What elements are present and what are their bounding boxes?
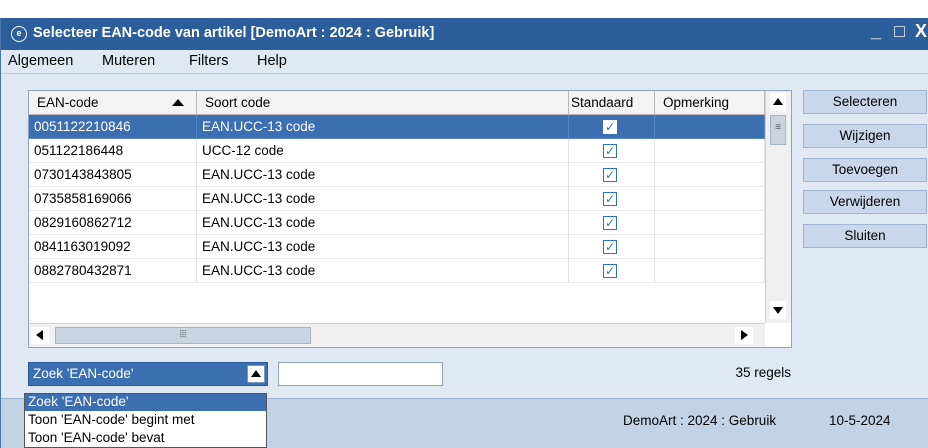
scroll-left-button[interactable] [31,327,49,344]
standaard-checkbox[interactable]: ✓ [603,192,617,206]
cell-ean-code: 0829160862712 [29,211,197,235]
minimize-button[interactable]: _ [871,21,881,42]
arrow-left-icon [36,330,43,340]
dropdown-toggle-button[interactable] [247,365,265,383]
cell-opmerking [655,235,765,259]
table-row[interactable]: 0841163019092 EAN.UCC-13 code ✓ [29,235,765,259]
menu-bar: Algemeen Muteren Filters Help [1,50,928,74]
menu-muteren[interactable]: Muteren [102,53,155,69]
menu-help[interactable]: Help [257,53,287,69]
arrow-down-icon [773,307,783,314]
sort-ascending-icon [172,99,184,106]
status-context: DemoArt : 2024 : Gebruik [623,413,777,428]
cell-ean-code: 051122186448 [29,139,197,163]
standaard-checkbox[interactable]: ✓ [603,144,617,158]
column-header-ean-code[interactable]: EAN-code [29,91,197,115]
verwijderen-button[interactable]: Verwijderen [803,190,927,214]
table-row[interactable]: 0051122210846 EAN.UCC-13 code ✓ [29,115,765,139]
cell-standaard: ✓ [569,163,655,187]
cell-opmerking [655,163,765,187]
sluiten-button[interactable]: Sluiten [803,224,927,248]
cell-standaard: ✓ [569,139,655,163]
chevron-up-icon [251,370,261,377]
column-header-opmerking[interactable]: Opmerking [655,91,765,115]
toevoegen-button[interactable]: Toevoegen [803,158,927,182]
row-count: 35 regels [735,365,791,380]
vertical-scrollbar[interactable]: ≡ [765,91,791,323]
cell-ean-code: 0051122210846 [29,115,197,139]
cell-opmerking [655,139,765,163]
cell-opmerking [655,259,765,283]
cell-soort-code: EAN.UCC-13 code [197,187,569,211]
table-row[interactable]: 0829160862712 EAN.UCC-13 code ✓ [29,211,765,235]
cell-ean-code: 0841163019092 [29,235,197,259]
dropdown-option[interactable]: Zoek 'EAN-code' [25,394,266,411]
cell-soort-code: EAN.UCC-13 code [197,115,569,139]
cell-soort-code: UCC-12 code [197,139,569,163]
cell-standaard: ✓ [569,187,655,211]
column-header-soort-code[interactable]: Soort code [197,91,569,115]
standaard-checkbox[interactable]: ✓ [603,168,617,182]
status-date: 10-5-2024 [829,413,891,428]
standaard-checkbox[interactable]: ✓ [603,240,617,254]
cell-soort-code: EAN.UCC-13 code [197,211,569,235]
ean-grid: EAN-code Soort code Standaard Opmerking … [28,90,792,348]
cell-ean-code: 0730143843805 [29,163,197,187]
selecteren-button[interactable]: Selecteren [803,90,927,114]
scroll-down-button[interactable] [770,301,786,319]
standaard-checkbox[interactable]: ✓ [603,120,617,134]
cell-opmerking [655,115,765,139]
cell-standaard: ✓ [569,115,655,139]
table-row[interactable]: 0882780432871 EAN.UCC-13 code ✓ [29,259,765,283]
cell-ean-code: 0735858169066 [29,187,197,211]
cell-soort-code: EAN.UCC-13 code [197,259,569,283]
menu-algemeen[interactable]: Algemeen [8,53,73,69]
table-row[interactable]: 0730143843805 EAN.UCC-13 code ✓ [29,163,765,187]
cell-standaard: ✓ [569,259,655,283]
column-header-standaard[interactable]: Standaard [569,91,655,115]
arrow-right-icon [741,330,748,340]
standaard-checkbox[interactable]: ✓ [603,264,617,278]
table-row[interactable]: 051122186448 UCC-12 code ✓ [29,139,765,163]
cell-standaard: ✓ [569,211,655,235]
title-bar[interactable]: e Selecteer EAN-code van artikel [DemoAr… [1,18,928,50]
search-mode-value: Zoek 'EAN-code' [33,366,134,381]
table-row[interactable]: 0735858169066 EAN.UCC-13 code ✓ [29,187,765,211]
menu-filters[interactable]: Filters [189,53,228,69]
search-mode-dropdown-list: Zoek 'EAN-code' Toon 'EAN-code' begint m… [24,393,267,448]
standaard-checkbox[interactable]: ✓ [603,216,617,230]
cell-opmerking [655,187,765,211]
horizontal-scroll-thumb[interactable]: ⦙⦙⦙ [55,327,311,344]
search-mode-select[interactable]: Zoek 'EAN-code' [28,362,268,386]
window-title: Selecteer EAN-code van artikel [DemoArt … [33,25,435,41]
cell-opmerking [655,211,765,235]
ean-code-window: e Selecteer EAN-code van artikel [DemoAr… [0,18,928,448]
search-input[interactable] [278,362,443,386]
cell-soort-code: EAN.UCC-13 code [197,163,569,187]
wijzigen-button[interactable]: Wijzigen [803,124,927,148]
app-icon: e [11,26,27,42]
cell-standaard: ✓ [569,235,655,259]
scroll-up-button[interactable] [770,93,786,111]
column-header-label: EAN-code [37,95,99,110]
arrow-up-icon [773,98,783,105]
horizontal-scrollbar[interactable]: ⦙⦙⦙ [29,323,765,347]
close-button[interactable]: X [915,21,927,42]
dropdown-option[interactable]: Toon 'EAN-code' bevat [25,430,266,447]
cell-ean-code: 0882780432871 [29,259,197,283]
dropdown-option[interactable]: Toon 'EAN-code' begint met [25,412,266,429]
maximize-button[interactable]: □ [894,21,905,42]
cell-soort-code: EAN.UCC-13 code [197,235,569,259]
scroll-right-button[interactable] [735,327,753,344]
vertical-scroll-thumb[interactable]: ≡ [770,115,786,145]
